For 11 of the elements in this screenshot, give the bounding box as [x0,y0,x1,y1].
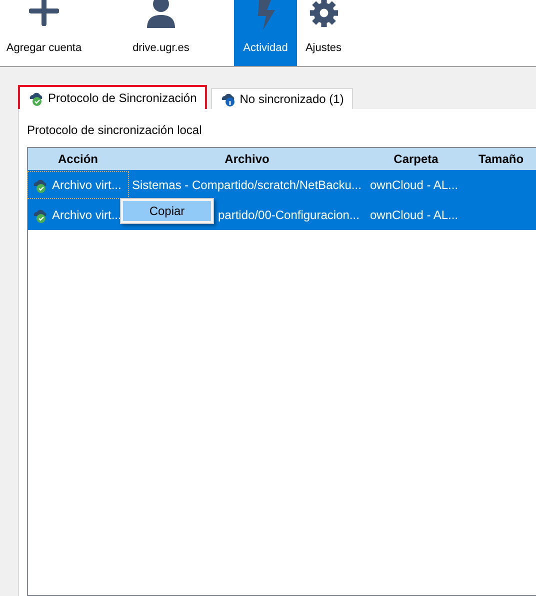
table-cell: Sistemas - Compartido/scratch/NetBacku... [132,178,362,192]
table-cell: Archivo virt... [52,208,122,222]
column-header: Acción [56,152,99,166]
table-cell: ownCloud - AL... [370,178,458,192]
table-cell: partido/00-Configuracion... [218,208,360,222]
table-cell: Archivo virt... [52,178,122,192]
column-header: Carpeta [392,152,440,166]
table-cell: ownCloud - AL... [370,208,458,222]
column-header: Tamaño [477,152,525,166]
column-header: Archivo [224,152,270,166]
section-label: Protocolo de sincronización local [27,123,203,137]
